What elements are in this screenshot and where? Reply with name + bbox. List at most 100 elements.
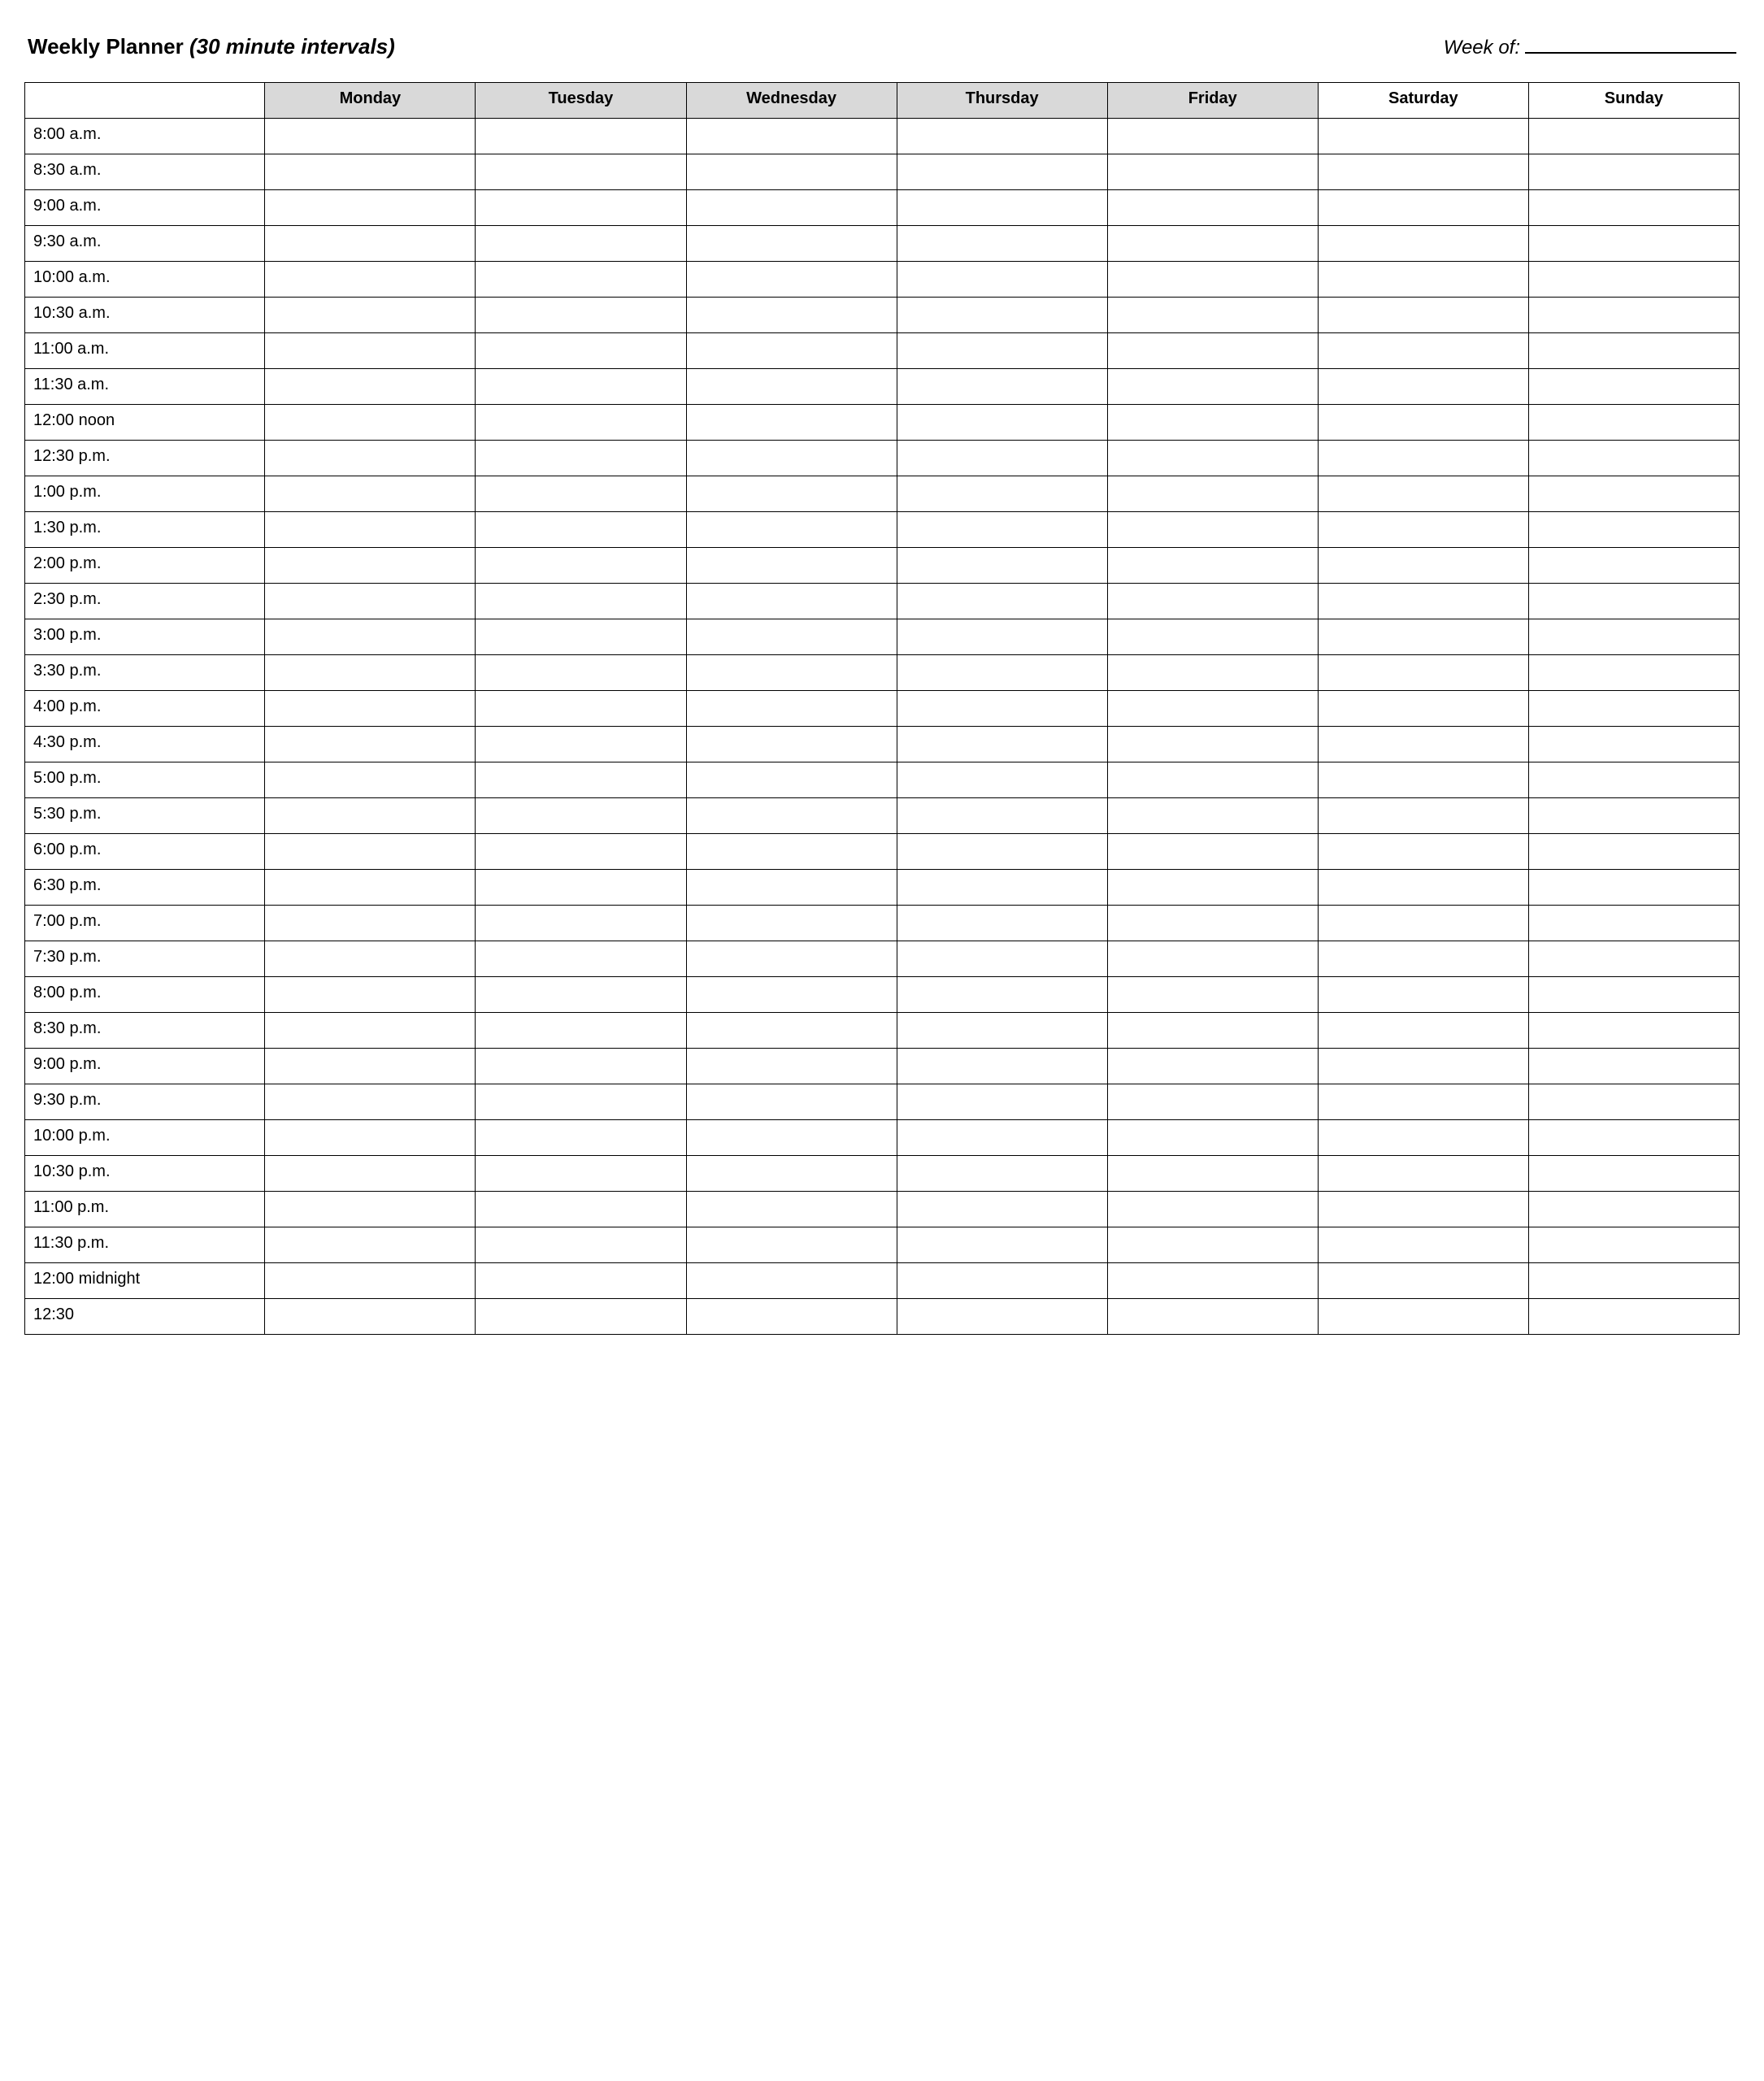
planner-cell[interactable]: [265, 298, 476, 333]
planner-cell[interactable]: [1107, 762, 1318, 798]
planner-cell[interactable]: [897, 548, 1107, 584]
planner-cell[interactable]: [476, 369, 686, 405]
planner-cell[interactable]: [476, 619, 686, 655]
planner-cell[interactable]: [476, 1084, 686, 1120]
planner-cell[interactable]: [897, 941, 1107, 977]
planner-cell[interactable]: [1318, 834, 1528, 870]
planner-cell[interactable]: [686, 906, 897, 941]
planner-cell[interactable]: [476, 1156, 686, 1192]
planner-cell[interactable]: [1528, 798, 1739, 834]
planner-cell[interactable]: [476, 691, 686, 727]
planner-cell[interactable]: [476, 584, 686, 619]
planner-cell[interactable]: [686, 941, 897, 977]
planner-cell[interactable]: [1107, 1227, 1318, 1263]
planner-cell[interactable]: [1107, 1299, 1318, 1335]
planner-cell[interactable]: [265, 1156, 476, 1192]
planner-cell[interactable]: [1528, 727, 1739, 762]
planner-cell[interactable]: [1318, 1263, 1528, 1299]
planner-cell[interactable]: [1318, 154, 1528, 190]
planner-cell[interactable]: [1107, 119, 1318, 154]
planner-cell[interactable]: [476, 1263, 686, 1299]
planner-cell[interactable]: [476, 298, 686, 333]
planner-cell[interactable]: [1528, 655, 1739, 691]
planner-cell[interactable]: [265, 870, 476, 906]
planner-cell[interactable]: [1318, 1299, 1528, 1335]
planner-cell[interactable]: [476, 762, 686, 798]
planner-cell[interactable]: [897, 512, 1107, 548]
planner-cell[interactable]: [1107, 190, 1318, 226]
planner-cell[interactable]: [897, 619, 1107, 655]
planner-cell[interactable]: [1318, 798, 1528, 834]
planner-cell[interactable]: [476, 798, 686, 834]
planner-cell[interactable]: [897, 691, 1107, 727]
planner-cell[interactable]: [897, 154, 1107, 190]
planner-cell[interactable]: [476, 906, 686, 941]
planner-cell[interactable]: [1318, 476, 1528, 512]
planner-cell[interactable]: [897, 1299, 1107, 1335]
planner-cell[interactable]: [686, 870, 897, 906]
planner-cell[interactable]: [1528, 548, 1739, 584]
planner-cell[interactable]: [686, 333, 897, 369]
planner-cell[interactable]: [476, 548, 686, 584]
planner-cell[interactable]: [897, 226, 1107, 262]
planner-cell[interactable]: [686, 762, 897, 798]
planner-cell[interactable]: [686, 1227, 897, 1263]
planner-cell[interactable]: [265, 906, 476, 941]
planner-cell[interactable]: [265, 226, 476, 262]
planner-cell[interactable]: [1528, 512, 1739, 548]
planner-cell[interactable]: [265, 262, 476, 298]
planner-cell[interactable]: [686, 298, 897, 333]
planner-cell[interactable]: [476, 190, 686, 226]
planner-cell[interactable]: [1107, 262, 1318, 298]
planner-cell[interactable]: [1107, 1156, 1318, 1192]
planner-cell[interactable]: [265, 762, 476, 798]
planner-cell[interactable]: [686, 977, 897, 1013]
planner-cell[interactable]: [897, 1227, 1107, 1263]
planner-cell[interactable]: [1318, 1049, 1528, 1084]
planner-cell[interactable]: [897, 906, 1107, 941]
planner-cell[interactable]: [265, 154, 476, 190]
planner-cell[interactable]: [1107, 405, 1318, 441]
planner-cell[interactable]: [897, 190, 1107, 226]
planner-cell[interactable]: [1107, 619, 1318, 655]
planner-cell[interactable]: [265, 1013, 476, 1049]
planner-cell[interactable]: [686, 512, 897, 548]
planner-cell[interactable]: [897, 1120, 1107, 1156]
planner-cell[interactable]: [1318, 441, 1528, 476]
planner-cell[interactable]: [265, 190, 476, 226]
planner-cell[interactable]: [686, 834, 897, 870]
planner-cell[interactable]: [1318, 298, 1528, 333]
planner-cell[interactable]: [265, 619, 476, 655]
planner-cell[interactable]: [1318, 727, 1528, 762]
planner-cell[interactable]: [265, 941, 476, 977]
planner-cell[interactable]: [686, 727, 897, 762]
planner-cell[interactable]: [686, 1084, 897, 1120]
planner-cell[interactable]: [1107, 298, 1318, 333]
planner-cell[interactable]: [1528, 333, 1739, 369]
planner-cell[interactable]: [1528, 870, 1739, 906]
planner-cell[interactable]: [897, 584, 1107, 619]
planner-cell[interactable]: [476, 977, 686, 1013]
planner-cell[interactable]: [265, 548, 476, 584]
planner-cell[interactable]: [265, 834, 476, 870]
planner-cell[interactable]: [476, 119, 686, 154]
planner-cell[interactable]: [1318, 226, 1528, 262]
planner-cell[interactable]: [897, 405, 1107, 441]
planner-cell[interactable]: [265, 441, 476, 476]
planner-cell[interactable]: [1318, 333, 1528, 369]
planner-cell[interactable]: [897, 298, 1107, 333]
planner-cell[interactable]: [686, 691, 897, 727]
planner-cell[interactable]: [1528, 1299, 1739, 1335]
planner-cell[interactable]: [897, 798, 1107, 834]
planner-cell[interactable]: [1528, 1263, 1739, 1299]
planner-cell[interactable]: [265, 1192, 476, 1227]
planner-cell[interactable]: [686, 369, 897, 405]
planner-cell[interactable]: [476, 834, 686, 870]
planner-cell[interactable]: [265, 584, 476, 619]
planner-cell[interactable]: [476, 512, 686, 548]
planner-cell[interactable]: [1107, 1120, 1318, 1156]
planner-cell[interactable]: [1107, 226, 1318, 262]
planner-cell[interactable]: [897, 762, 1107, 798]
planner-cell[interactable]: [1528, 1049, 1739, 1084]
planner-cell[interactable]: [1107, 369, 1318, 405]
